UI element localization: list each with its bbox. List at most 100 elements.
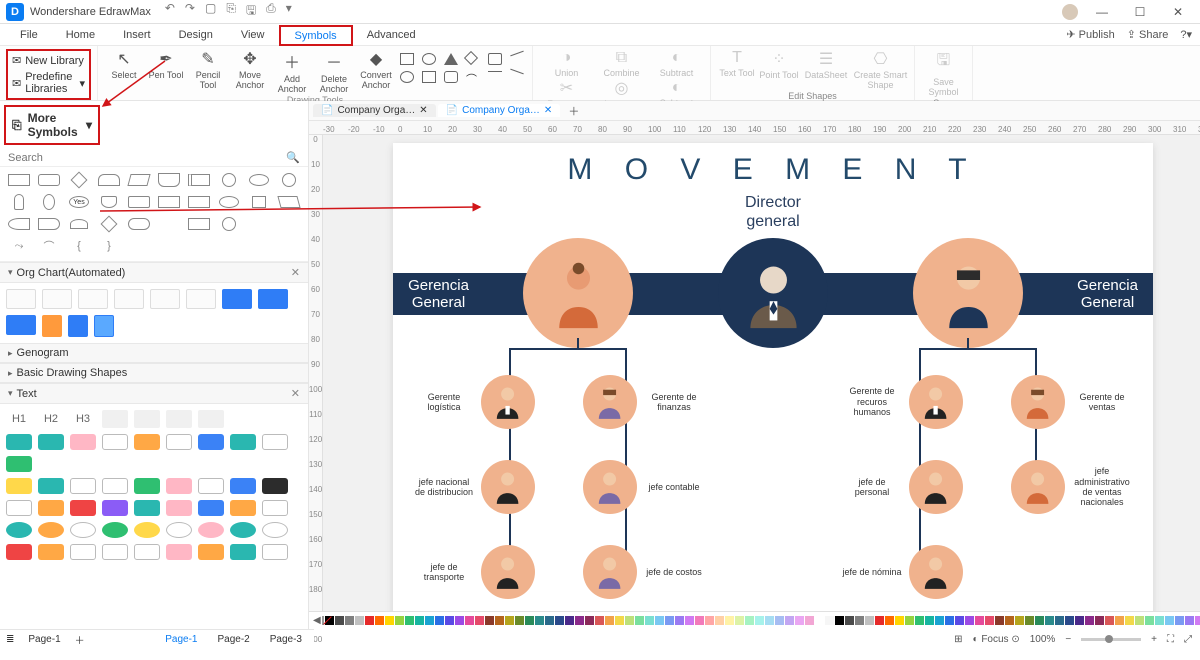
color-swatch[interactable] xyxy=(585,616,594,625)
color-swatch[interactable] xyxy=(575,616,584,625)
color-swatch[interactable] xyxy=(675,616,684,625)
org-node[interactable] xyxy=(481,460,535,514)
color-swatch[interactable] xyxy=(605,616,614,625)
color-swatch[interactable] xyxy=(1065,616,1074,625)
color-swatch[interactable] xyxy=(485,616,494,625)
color-swatch[interactable] xyxy=(1155,616,1164,625)
view-icon[interactable]: ⊞ xyxy=(954,634,962,645)
color-swatch[interactable] xyxy=(755,616,764,625)
color-swatch[interactable] xyxy=(395,616,404,625)
orgchart-thumb[interactable] xyxy=(186,289,216,309)
color-swatch[interactable] xyxy=(555,616,564,625)
page-tab[interactable]: Page-3 xyxy=(264,634,308,645)
shape-item[interactable] xyxy=(96,193,122,211)
more-symbols-button[interactable]: ⎘ More Symbols▾ xyxy=(4,105,100,145)
shape-item[interactable] xyxy=(156,215,182,233)
color-swatch[interactable] xyxy=(1075,616,1084,625)
color-swatch[interactable] xyxy=(1175,616,1184,625)
orgchart-thumb[interactable] xyxy=(68,315,88,337)
close-button[interactable]: ✕ xyxy=(1164,5,1192,19)
predefine-libraries[interactable]: ✉ Predefine Libraries▾ xyxy=(12,71,85,95)
banner-item[interactable] xyxy=(134,478,160,494)
color-swatch[interactable] xyxy=(785,616,794,625)
color-swatch[interactable] xyxy=(415,616,424,625)
text-style[interactable] xyxy=(198,410,224,428)
color-swatch[interactable] xyxy=(895,616,904,625)
select-tool[interactable]: ↖Select xyxy=(104,49,144,80)
banner-item[interactable] xyxy=(262,500,288,516)
shape-item[interactable] xyxy=(246,171,272,189)
share-button[interactable]: ⇪ Share xyxy=(1127,28,1169,41)
orgchart-thumb[interactable] xyxy=(258,289,288,309)
org-node[interactable] xyxy=(583,460,637,514)
color-swatch[interactable] xyxy=(1195,616,1200,625)
minimize-button[interactable]: — xyxy=(1088,5,1116,19)
basic-shapes-quick[interactable]: ⌒ xyxy=(398,49,526,83)
zoom-out[interactable]: − xyxy=(1065,634,1071,645)
shape-item[interactable] xyxy=(246,215,272,233)
banner-item[interactable] xyxy=(70,544,96,560)
color-swatch[interactable] xyxy=(805,616,814,625)
color-swatch[interactable] xyxy=(1185,616,1194,625)
shape-item[interactable] xyxy=(126,215,152,233)
add-page-icon[interactable]: ＋ xyxy=(75,632,85,647)
color-swatch[interactable] xyxy=(1025,616,1034,625)
new-icon[interactable]: ▢ xyxy=(205,1,216,22)
color-swatch[interactable] xyxy=(795,616,804,625)
shape-item[interactable] xyxy=(126,171,152,189)
shape-item[interactable]: Yes xyxy=(66,193,92,211)
color-swatch[interactable] xyxy=(1045,616,1054,625)
color-swatch[interactable] xyxy=(345,616,354,625)
color-swatch[interactable] xyxy=(775,616,784,625)
banner-item[interactable] xyxy=(230,500,256,516)
orgchart-thumb[interactable] xyxy=(78,289,108,309)
color-swatch[interactable] xyxy=(855,616,864,625)
banner-item[interactable] xyxy=(38,544,64,560)
banner-item[interactable] xyxy=(230,522,256,538)
color-swatch[interactable] xyxy=(885,616,894,625)
banner-item[interactable] xyxy=(198,522,224,538)
color-swatch[interactable] xyxy=(945,616,954,625)
banner-item[interactable] xyxy=(6,522,32,538)
color-swatch[interactable] xyxy=(835,616,844,625)
color-swatch[interactable] xyxy=(435,616,444,625)
palette-left-icon[interactable]: ◀ xyxy=(313,615,321,626)
banner-item[interactable] xyxy=(38,434,64,450)
org-node[interactable] xyxy=(1011,460,1065,514)
banner-item[interactable] xyxy=(198,544,224,560)
color-swatch[interactable] xyxy=(915,616,924,625)
color-swatch[interactable] xyxy=(355,616,364,625)
banner-item[interactable] xyxy=(230,544,256,560)
banner-item[interactable] xyxy=(70,500,96,516)
color-swatch[interactable] xyxy=(965,616,974,625)
fullscreen-icon[interactable]: ⤢ xyxy=(1184,634,1192,645)
color-swatch[interactable] xyxy=(1055,616,1064,625)
search-input[interactable] xyxy=(8,152,286,164)
new-library[interactable]: ✉ New Library xyxy=(12,54,85,67)
banner-item[interactable] xyxy=(230,478,256,494)
doc-tab[interactable]: 📄 Company Orga… ✕ xyxy=(438,104,561,117)
banner-item[interactable] xyxy=(134,522,160,538)
color-swatch[interactable] xyxy=(635,616,644,625)
page-canvas[interactable]: M O V E M E N T Director general Gerenci… xyxy=(393,143,1153,629)
maximize-button[interactable]: ☐ xyxy=(1126,5,1154,19)
color-swatch[interactable] xyxy=(1135,616,1144,625)
banner-item[interactable] xyxy=(6,544,32,560)
publish-button[interactable]: ✈ Publish xyxy=(1066,28,1114,41)
focus-toggle[interactable]: ◐ Focus ⊙ xyxy=(973,634,1020,645)
banner-item[interactable] xyxy=(134,434,160,450)
text-style[interactable] xyxy=(262,410,288,428)
banner-item[interactable] xyxy=(6,456,32,472)
banner-item[interactable] xyxy=(262,478,288,494)
color-swatch[interactable] xyxy=(405,616,414,625)
page-tab[interactable]: Page-1 xyxy=(22,634,66,645)
shape-item[interactable] xyxy=(216,215,242,233)
search-icon[interactable]: 🔍 xyxy=(286,151,300,164)
color-swatch[interactable] xyxy=(365,616,374,625)
save-icon[interactable]: 🖫 xyxy=(246,1,256,22)
color-swatch[interactable] xyxy=(385,616,394,625)
org-node[interactable] xyxy=(481,545,535,599)
banner-item[interactable] xyxy=(6,500,32,516)
tab-design[interactable]: Design xyxy=(165,24,227,45)
banner-item[interactable] xyxy=(70,434,96,450)
